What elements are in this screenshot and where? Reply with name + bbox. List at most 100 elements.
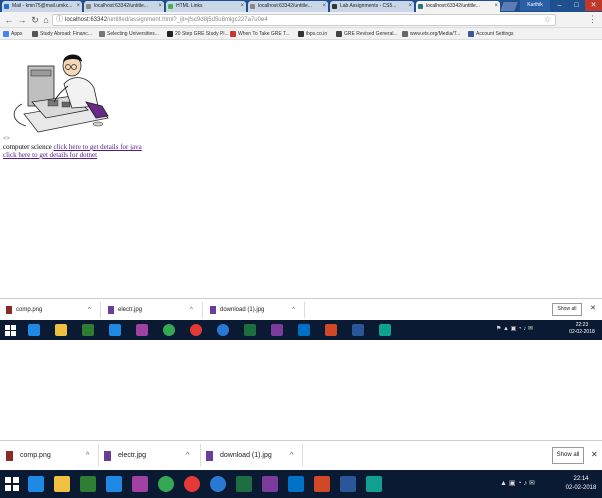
chevron-up-icon[interactable]: ^ — [290, 441, 293, 471]
download-item[interactable]: download (1).jpg ^ — [206, 441, 298, 470]
edge-icon[interactable] — [28, 476, 44, 492]
download-item[interactable]: comp.png ^ — [6, 441, 96, 470]
show-all-button[interactable]: Show all — [552, 303, 582, 316]
browser-tab[interactable]: HTML Links × — [166, 1, 246, 12]
facebook-icon — [468, 31, 474, 37]
edge-icon[interactable] — [28, 324, 40, 336]
chrome-icon[interactable] — [163, 324, 175, 336]
clock[interactable]: 22:14 02-02-2018 — [562, 475, 600, 493]
subject-text: computer science — [3, 143, 52, 151]
content-line-dotnet: click here to get details for dotnet — [3, 151, 97, 159]
excel-icon[interactable] — [236, 476, 252, 492]
download-item[interactable]: download (1).jpg ^ — [210, 299, 300, 320]
bookmark-label: 20 Step GRE Study Pl... — [175, 31, 229, 37]
bookmark-item[interactable]: GRE Revised General... — [336, 28, 398, 40]
photos-icon[interactable] — [132, 476, 148, 492]
minimize-icon[interactable]: – — [551, 0, 568, 11]
bookmark-item[interactable]: Study Abroad: Financ... — [32, 28, 92, 40]
image-file-icon — [210, 306, 216, 314]
chevron-up-icon[interactable]: ^ — [88, 299, 91, 321]
outlook-icon[interactable] — [298, 324, 310, 336]
close-tab-icon[interactable]: × — [322, 1, 326, 12]
close-window-icon[interactable]: ✕ — [585, 0, 602, 11]
photos-icon[interactable] — [136, 324, 148, 336]
divider — [304, 302, 305, 318]
chrome-icon[interactable] — [158, 476, 174, 492]
close-tab-icon[interactable]: × — [76, 1, 80, 12]
powerpoint-icon[interactable] — [325, 324, 337, 336]
excel-icon[interactable] — [244, 324, 256, 336]
forward-icon[interactable]: → — [16, 14, 28, 26]
webstorm-icon[interactable] — [366, 476, 382, 492]
close-downloads-icon[interactable]: ✕ — [590, 304, 596, 312]
home-icon[interactable]: ⌂ — [40, 14, 52, 26]
opera-icon[interactable] — [184, 476, 200, 492]
close-downloads-icon[interactable]: ✕ — [591, 450, 598, 459]
close-tab-icon[interactable]: × — [494, 1, 498, 12]
webstorm-icon[interactable] — [379, 324, 391, 336]
download-item[interactable]: electr.jpg ^ — [108, 299, 198, 320]
browser-tab[interactable]: Lab Assignments - CS5... × — [330, 1, 414, 12]
bookmark-apps[interactable]: Apps — [3, 28, 22, 40]
file-explorer-icon[interactable] — [55, 324, 67, 336]
browser-tab[interactable]: localhost:63342/untitle... × — [248, 1, 328, 12]
clock-date: 02-02-2018 — [569, 329, 595, 335]
clock[interactable]: 22:23 02-02-2018 — [565, 322, 599, 336]
onenote-icon[interactable] — [271, 324, 283, 336]
broken-image-alt: <> — [3, 136, 10, 142]
dropbox-icon[interactable] — [109, 324, 121, 336]
download-item[interactable]: comp.png ^ — [6, 299, 96, 320]
outlook-icon[interactable] — [288, 476, 304, 492]
browser-tab[interactable]: Mail - kmn75@mail.umkc... × — [2, 1, 82, 12]
bookmark-label: ibps.co.in — [306, 31, 328, 37]
windows-start-icon[interactable] — [5, 477, 19, 491]
page-icon — [402, 31, 408, 37]
chevron-up-icon[interactable]: ^ — [186, 441, 189, 471]
download-item[interactable]: electr.jpg ^ — [104, 441, 196, 470]
profile-button[interactable]: Karthik — [520, 0, 550, 11]
word-icon[interactable] — [340, 476, 356, 492]
word-icon[interactable] — [352, 324, 364, 336]
opera-icon[interactable] — [190, 324, 202, 336]
divider — [100, 302, 101, 318]
windows-start-icon[interactable] — [5, 325, 16, 336]
new-tab-button[interactable] — [500, 2, 518, 11]
clock-time: 22:23 — [575, 322, 589, 328]
chevron-up-icon[interactable]: ^ — [86, 441, 89, 471]
bookmark-item[interactable]: Account Settings — [468, 28, 514, 40]
java-details-link[interactable]: click here to get details for java — [54, 143, 142, 151]
bookmark-item[interactable]: When To Take GRE T... — [230, 28, 290, 40]
maximize-icon[interactable]: □ — [568, 0, 585, 11]
page-icon — [32, 31, 38, 37]
sync-icon[interactable] — [210, 476, 226, 492]
close-tab-icon[interactable]: × — [408, 1, 412, 12]
onenote-icon[interactable] — [262, 476, 278, 492]
chevron-up-icon[interactable]: ^ — [190, 299, 193, 321]
page-icon — [230, 31, 236, 37]
chevron-up-icon[interactable]: ^ — [292, 299, 295, 321]
bookmark-item[interactable]: www.ets.org/Media/T... — [402, 28, 460, 40]
browser-tab[interactable]: localhost:63342/untitle... × — [84, 1, 164, 12]
tab-label: Mail - kmn75@mail.umkc... — [12, 3, 73, 9]
system-tray[interactable]: ⚑ ▲ ▣ ◔ ♪ ✉ — [496, 325, 533, 332]
bookmark-item[interactable]: 20 Step GRE Study Pl... — [167, 28, 229, 40]
bookmark-item[interactable]: ibps.co.in — [298, 28, 327, 40]
browser-tab-active[interactable]: localhost:63342/untitle... × — [416, 1, 500, 12]
address-bar[interactable]: ⓘ localhost:63342/untitled/assignment.ht… — [52, 14, 556, 26]
show-all-button[interactable]: Show all — [552, 447, 584, 464]
bookmark-star-icon[interactable]: ☆ — [544, 15, 551, 25]
back-icon[interactable]: ← — [3, 14, 15, 26]
close-tab-icon[interactable]: × — [158, 1, 162, 12]
bookmark-label: When To Take GRE T... — [238, 31, 290, 37]
file-explorer-icon[interactable] — [54, 476, 70, 492]
dotnet-details-link[interactable]: click here to get details for dotnet — [3, 151, 97, 159]
store-icon[interactable] — [82, 324, 94, 336]
browser-menu-icon[interactable]: ⋮ — [588, 14, 597, 25]
system-tray[interactable]: ▲ ▣ ◔ ♪ ✉ — [500, 479, 535, 487]
close-tab-icon[interactable]: × — [240, 1, 244, 12]
store-icon[interactable] — [80, 476, 96, 492]
sync-icon[interactable] — [217, 324, 229, 336]
powerpoint-icon[interactable] — [314, 476, 330, 492]
bookmark-item[interactable]: Selecting Universities... — [99, 28, 159, 40]
dropbox-icon[interactable] — [106, 476, 122, 492]
